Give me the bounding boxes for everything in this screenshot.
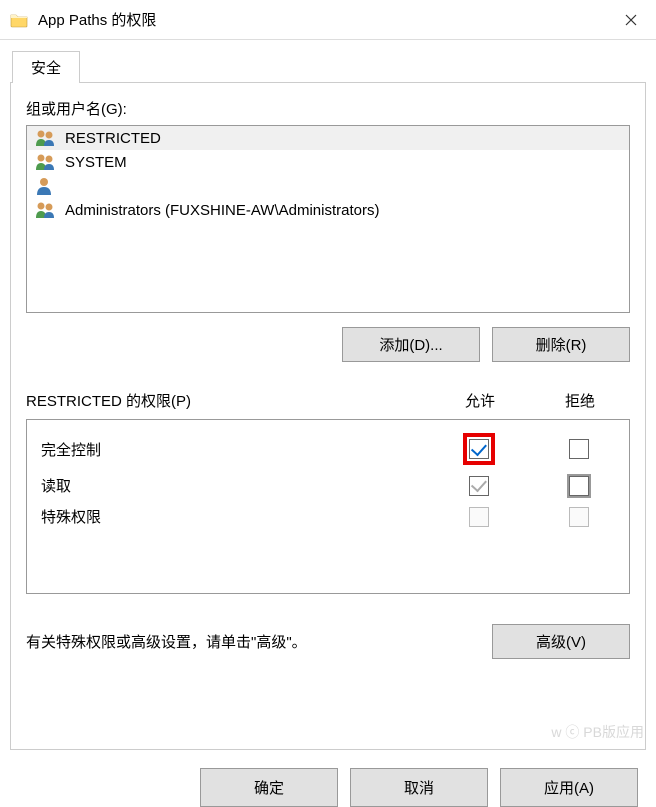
perm-row-special: 特殊权限: [27, 501, 629, 532]
list-button-row: 添加(D)... 删除(R): [26, 327, 630, 362]
allow-checkbox-read[interactable]: [469, 476, 489, 496]
cancel-button[interactable]: 取消: [350, 768, 488, 807]
deny-column-header: 拒绝: [530, 390, 630, 411]
close-icon: [625, 14, 637, 26]
list-item[interactable]: Administrators (FUXSHINE-AW\Administrato…: [27, 198, 629, 222]
dialog-button-row: 确定 取消 应用(A): [0, 750, 656, 807]
tab-row: 安全: [12, 50, 656, 82]
folder-icon: [10, 11, 28, 29]
perm-name: 完全控制: [27, 439, 429, 460]
users-icon: [35, 201, 57, 219]
deny-checkbox-full[interactable]: [569, 439, 589, 459]
perm-name: 读取: [27, 475, 429, 496]
list-item-label: SYSTEM: [65, 154, 127, 171]
permissions-header: RESTRICTED 的权限(P) 允许 拒绝: [26, 390, 630, 411]
ok-button[interactable]: 确定: [200, 768, 338, 807]
permissions-label: RESTRICTED 的权限(P): [26, 390, 430, 411]
perm-row-read: 读取: [27, 470, 629, 501]
tab-content: 组或用户名(G): RESTRICTED SYSTEM Administrato…: [10, 82, 646, 750]
users-icon: [35, 153, 57, 171]
deny-checkbox-special: [569, 507, 589, 527]
user-icon: [35, 177, 57, 195]
perm-name: 特殊权限: [27, 506, 429, 527]
apply-button[interactable]: 应用(A): [500, 768, 638, 807]
titlebar: App Paths 的权限: [0, 0, 656, 40]
perm-row-full: 完全控制: [27, 428, 629, 470]
highlight-box: [463, 433, 495, 465]
list-item[interactable]: SYSTEM: [27, 150, 629, 174]
list-item[interactable]: [27, 174, 629, 198]
users-icon: [35, 129, 57, 147]
list-item-label: RESTRICTED: [65, 130, 161, 147]
advanced-row: 有关特殊权限或高级设置，请单击"高级"。 高级(V): [26, 624, 630, 659]
advanced-button[interactable]: 高级(V): [492, 624, 630, 659]
remove-button[interactable]: 删除(R): [492, 327, 630, 362]
allow-column-header: 允许: [430, 390, 530, 411]
groups-list[interactable]: RESTRICTED SYSTEM Administrators (FUXSHI…: [26, 125, 630, 313]
add-button[interactable]: 添加(D)...: [342, 327, 480, 362]
list-item-label: Administrators (FUXSHINE-AW\Administrato…: [65, 202, 380, 219]
tab-security[interactable]: 安全: [12, 51, 80, 83]
allow-checkbox-special: [469, 507, 489, 527]
close-button[interactable]: [606, 0, 656, 40]
window-title: App Paths 的权限: [38, 9, 606, 30]
permissions-box: 完全控制 读取 特殊权限: [26, 419, 630, 594]
list-item[interactable]: RESTRICTED: [27, 126, 629, 150]
deny-checkbox-read[interactable]: [569, 476, 589, 496]
groups-label: 组或用户名(G):: [26, 98, 630, 119]
allow-checkbox-full[interactable]: [469, 439, 489, 459]
advanced-text: 有关特殊权限或高级设置，请单击"高级"。: [26, 631, 482, 652]
